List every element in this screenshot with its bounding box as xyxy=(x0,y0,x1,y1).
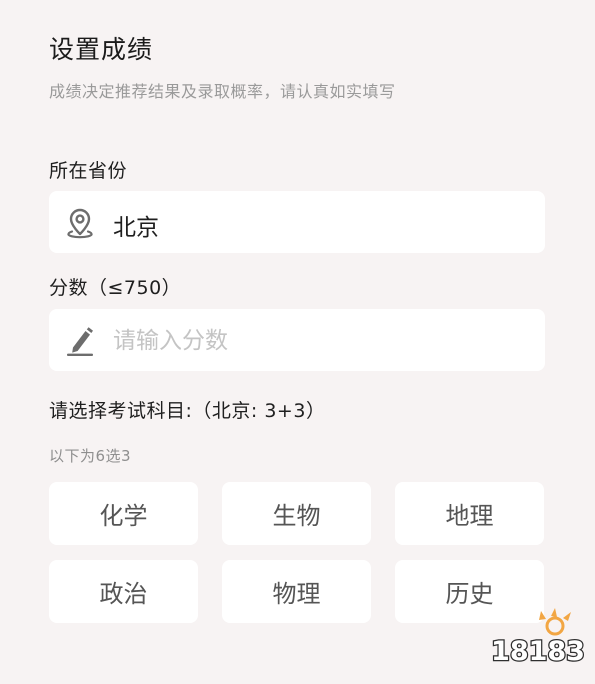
subject-chip-politics[interactable]: 政治 xyxy=(49,560,198,623)
province-selector[interactable]: 北京 xyxy=(49,191,545,253)
subject-chip-physics[interactable]: 物理 xyxy=(222,560,371,623)
location-pin-icon xyxy=(67,208,93,239)
18183-logo-icon: 18183 xyxy=(491,608,585,668)
score-field[interactable] xyxy=(49,309,545,371)
subject-selection-label: 请选择考试科目:（北京: 3+3） xyxy=(49,400,326,422)
subject-chip-chemistry[interactable]: 化学 xyxy=(49,482,198,545)
score-label: 分数（≤750） xyxy=(49,277,182,299)
page-subtitle: 成绩决定推荐结果及录取概率，请认真如实填写 xyxy=(49,82,396,101)
province-value: 北京 xyxy=(113,215,159,241)
score-input[interactable] xyxy=(111,321,535,361)
page-title: 设置成绩 xyxy=(49,35,154,64)
score-settings-page: 设置成绩 成绩决定推荐结果及录取概率，请认真如实填写 所在省份 北京 分数（≤7… xyxy=(0,0,595,684)
watermark-text: 18183 xyxy=(491,636,585,667)
pencil-icon xyxy=(67,327,93,356)
subject-chip-biology[interactable]: 生物 xyxy=(222,482,371,545)
province-label: 所在省份 xyxy=(49,160,128,182)
subject-selection-hint: 以下为6选3 xyxy=(49,447,132,465)
subject-chip-geography[interactable]: 地理 xyxy=(395,482,544,545)
